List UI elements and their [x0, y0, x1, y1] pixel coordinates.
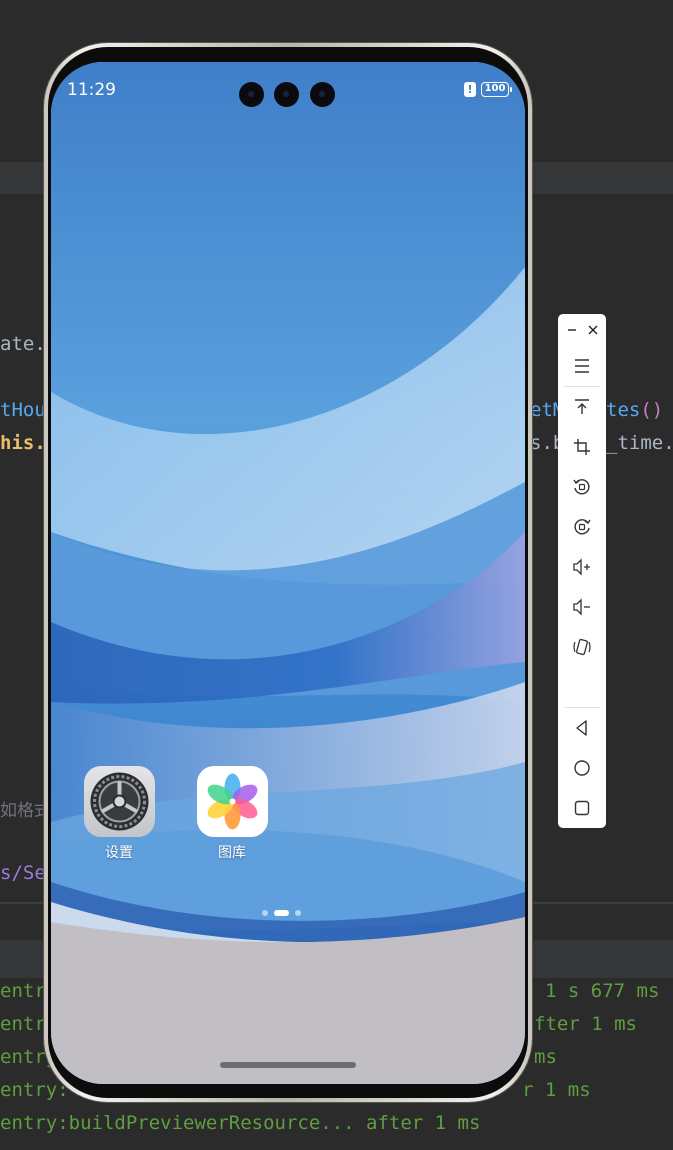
pin-top-icon[interactable] — [567, 392, 597, 422]
gallery-pinwheel-icon[interactable] — [196, 766, 268, 837]
wallpaper — [51, 62, 525, 1084]
page-dot[interactable] — [295, 910, 301, 916]
code-fragment-right-1b: tes() — [606, 399, 663, 421]
camera-cutout-right — [310, 82, 335, 107]
volume-down-icon[interactable] — [567, 592, 597, 622]
status-icons: ! 100 — [464, 82, 512, 97]
code-fragment-right-2b: _time. — [606, 432, 673, 454]
app-gallery-label: 图库 — [218, 845, 246, 861]
code-paren: () — [640, 399, 664, 421]
app-gallery[interactable]: 图库 — [187, 766, 277, 862]
battery-level: 100 — [484, 83, 506, 94]
app-settings-label: 设置 — [105, 845, 133, 861]
code-line-1[interactable]: ate. — [0, 333, 46, 355]
page-dot-active[interactable] — [274, 910, 289, 916]
volume-up-icon[interactable] — [567, 552, 597, 582]
run-log-right-1: 1 s 677 ms — [545, 980, 660, 1002]
page-dot[interactable] — [262, 910, 268, 916]
crop-icon[interactable] — [567, 432, 597, 462]
run-log-right-3: ms — [534, 1046, 557, 1068]
rotate-right-icon[interactable] — [567, 512, 597, 542]
run-log-right-4: r 1 ms — [522, 1079, 591, 1101]
back-icon[interactable] — [567, 713, 597, 743]
rotate-left-icon[interactable] — [567, 472, 597, 502]
menu-icon[interactable] — [567, 351, 597, 381]
run-log-right-2: fter 1 ms — [534, 1013, 637, 1035]
home-indicator-bar[interactable] — [220, 1062, 356, 1068]
close-icon[interactable] — [583, 320, 603, 340]
app-settings[interactable]: 设置 — [74, 766, 164, 862]
alert-icon: ! — [464, 82, 476, 97]
status-time: 11:29 — [67, 80, 116, 100]
recents-icon[interactable] — [567, 793, 597, 823]
phone-screen[interactable]: 11:29 ! 100 设置 图库 — [51, 62, 525, 1084]
battery-icon: 100 — [481, 82, 512, 97]
toolbar-separator — [564, 707, 600, 708]
emulator-toolbar — [558, 314, 606, 828]
code-line-3[interactable]: his. — [0, 432, 46, 454]
page-indicator[interactable] — [262, 910, 301, 916]
shake-icon[interactable] — [567, 632, 597, 662]
code-path: s/Se — [0, 862, 46, 884]
run-log-line-5: entry:buildPreviewerResource... after 1 … — [0, 1112, 481, 1134]
minimize-icon[interactable] — [562, 320, 582, 340]
toolbar-separator — [564, 386, 600, 387]
camera-cutout-center — [274, 82, 299, 107]
camera-cutout-left — [239, 82, 264, 107]
settings-gear-icon[interactable] — [83, 766, 155, 837]
code-fn-fragment-b: tes — [606, 399, 641, 421]
home-icon[interactable] — [567, 753, 597, 783]
code-line-2[interactable]: tHou — [0, 399, 46, 421]
